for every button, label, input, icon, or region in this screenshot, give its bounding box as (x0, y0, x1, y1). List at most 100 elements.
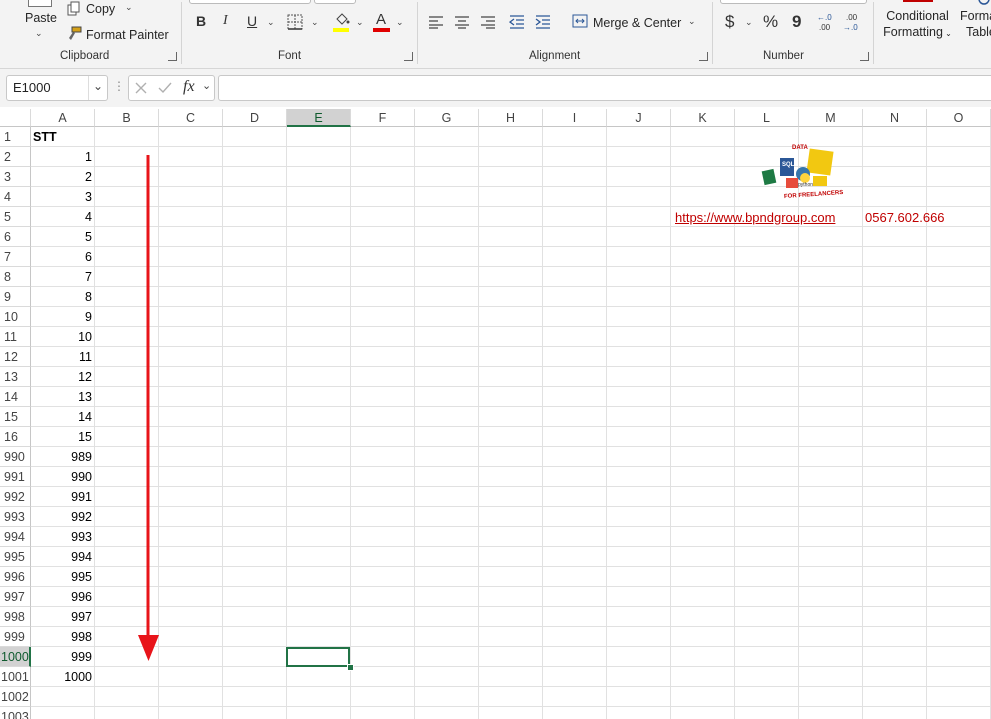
column-header-i[interactable]: I (543, 109, 607, 127)
merge-center-button[interactable]: Merge & Center ⌄ (571, 12, 701, 34)
cell-a[interactable]: 11 (31, 347, 92, 367)
percent-button[interactable]: % (763, 12, 778, 32)
row-header[interactable]: 14 (0, 387, 31, 407)
row-header[interactable]: 994 (0, 527, 31, 547)
row-header[interactable]: 1000 (0, 647, 31, 667)
cell-a[interactable]: 1 (31, 147, 92, 167)
column-header-h[interactable]: H (479, 109, 543, 127)
fill-color-button[interactable] (333, 12, 351, 32)
cell-a[interactable]: 990 (31, 467, 92, 487)
name-box[interactable]: E1000 ⌄ (6, 75, 108, 101)
cell-a[interactable]: 2 (31, 167, 92, 187)
column-header-j[interactable]: J (607, 109, 671, 127)
cell-a[interactable]: 13 (31, 387, 92, 407)
fill-handle[interactable] (347, 664, 354, 671)
clipboard-launcher-icon[interactable] (168, 52, 177, 61)
cell-a[interactable]: 1000 (31, 667, 92, 687)
chevron-down-icon[interactable]: ⌄ (202, 79, 211, 92)
row-header[interactable]: 993 (0, 507, 31, 527)
row-header[interactable]: 1001 (0, 667, 31, 687)
decrease-decimal-icon[interactable]: .00→.0 (842, 12, 862, 32)
cell-a[interactable]: 997 (31, 607, 92, 627)
format-as-table-button[interactable]: Forma Table (957, 8, 991, 44)
row-header[interactable]: 4 (0, 187, 31, 207)
row-header[interactable]: 7 (0, 247, 31, 267)
column-header-l[interactable]: L (735, 109, 799, 127)
cell-a[interactable]: 991 (31, 487, 92, 507)
worksheet-grid[interactable]: ABCDEFGHIJKLMNO 1 2 3 4 5 6 7 8 9 10 11 12 13 14 15 16 9… (0, 109, 991, 719)
copy-button[interactable]: Copy ⌄ (64, 0, 144, 20)
row-header[interactable]: 1003 (0, 707, 31, 719)
enter-icon[interactable] (158, 81, 172, 95)
column-header-g[interactable]: G (415, 109, 479, 127)
cell-a[interactable]: 4 (31, 207, 92, 227)
comma-style-button[interactable]: 9 (792, 12, 801, 32)
font-name-box[interactable] (189, 0, 311, 4)
cell-a[interactable]: 9 (31, 307, 92, 327)
row-header[interactable]: 6 (0, 227, 31, 247)
column-header-m[interactable]: M (799, 109, 863, 127)
row-header[interactable]: 1 (0, 127, 31, 147)
conditional-formatting-button[interactable]: Conditional Formatting ⌄ (880, 8, 955, 44)
row-header[interactable]: 995 (0, 547, 31, 567)
paste-button[interactable]: Paste ⌄ (20, 0, 60, 45)
cell-a[interactable]: 995 (31, 567, 92, 587)
row-header[interactable]: 990 (0, 447, 31, 467)
cell-a[interactable]: 12 (31, 367, 92, 387)
row-header[interactable]: 991 (0, 467, 31, 487)
borders-icon[interactable] (287, 14, 303, 30)
chevron-down-icon[interactable]: ⌄ (356, 17, 364, 28)
row-header[interactable]: 5 (0, 207, 31, 227)
align-center-icon[interactable] (454, 15, 470, 29)
column-header-k[interactable]: K (671, 109, 735, 127)
column-header-c[interactable]: C (159, 109, 223, 127)
row-header[interactable]: 998 (0, 607, 31, 627)
currency-button[interactable]: $ (725, 12, 734, 32)
decrease-indent-icon[interactable] (509, 15, 525, 29)
column-header-f[interactable]: F (351, 109, 415, 127)
row-header[interactable]: 996 (0, 567, 31, 587)
row-header[interactable]: 16 (0, 427, 31, 447)
cell-a[interactable]: 996 (31, 587, 92, 607)
cell-a[interactable]: 15 (31, 427, 92, 447)
cell-a[interactable]: 6 (31, 247, 92, 267)
column-header-b[interactable]: B (95, 109, 159, 127)
select-all-corner[interactable] (0, 109, 31, 127)
cell-a[interactable]: 8 (31, 287, 92, 307)
cell-a[interactable]: 5 (31, 227, 92, 247)
row-header[interactable]: 2 (0, 147, 31, 167)
increase-indent-icon[interactable] (535, 15, 551, 29)
font-color-button[interactable]: A (373, 10, 391, 32)
column-header-o[interactable]: O (927, 109, 991, 127)
row-header[interactable]: 9 (0, 287, 31, 307)
row-header[interactable]: 1002 (0, 687, 31, 707)
cell-a[interactable]: 999 (31, 647, 92, 667)
italic-button[interactable]: I (223, 13, 228, 29)
align-left-icon[interactable] (428, 15, 444, 29)
cell-a[interactable]: 3 (31, 187, 92, 207)
align-right-icon[interactable] (480, 15, 496, 29)
underline-button[interactable]: U (247, 13, 257, 29)
font-launcher-icon[interactable] (404, 52, 413, 61)
cell-a[interactable]: 998 (31, 627, 92, 647)
column-header-a[interactable]: A (31, 109, 95, 127)
column-header-n[interactable]: N (863, 109, 927, 127)
format-painter-button[interactable]: Format Painter (64, 26, 174, 46)
more-options-icon[interactable]: ⋮ (113, 79, 125, 93)
font-size-box[interactable] (314, 0, 356, 4)
row-header[interactable]: 15 (0, 407, 31, 427)
cell-a[interactable]: 7 (31, 267, 92, 287)
cell-a[interactable] (31, 707, 92, 719)
column-header-e[interactable]: E (287, 109, 351, 127)
row-header[interactable]: 997 (0, 587, 31, 607)
insert-function-icon[interactable]: fx (183, 78, 195, 96)
row-header[interactable]: 12 (0, 347, 31, 367)
name-box-dropdown[interactable]: ⌄ (88, 76, 107, 100)
row-header[interactable]: 10 (0, 307, 31, 327)
row-header[interactable]: 13 (0, 367, 31, 387)
formula-input[interactable] (218, 75, 991, 101)
bold-button[interactable]: B (196, 13, 206, 29)
increase-decimal-icon[interactable]: ←.0.00 (816, 12, 836, 32)
row-header[interactable]: 3 (0, 167, 31, 187)
chevron-down-icon[interactable]: ⌄ (396, 17, 404, 28)
